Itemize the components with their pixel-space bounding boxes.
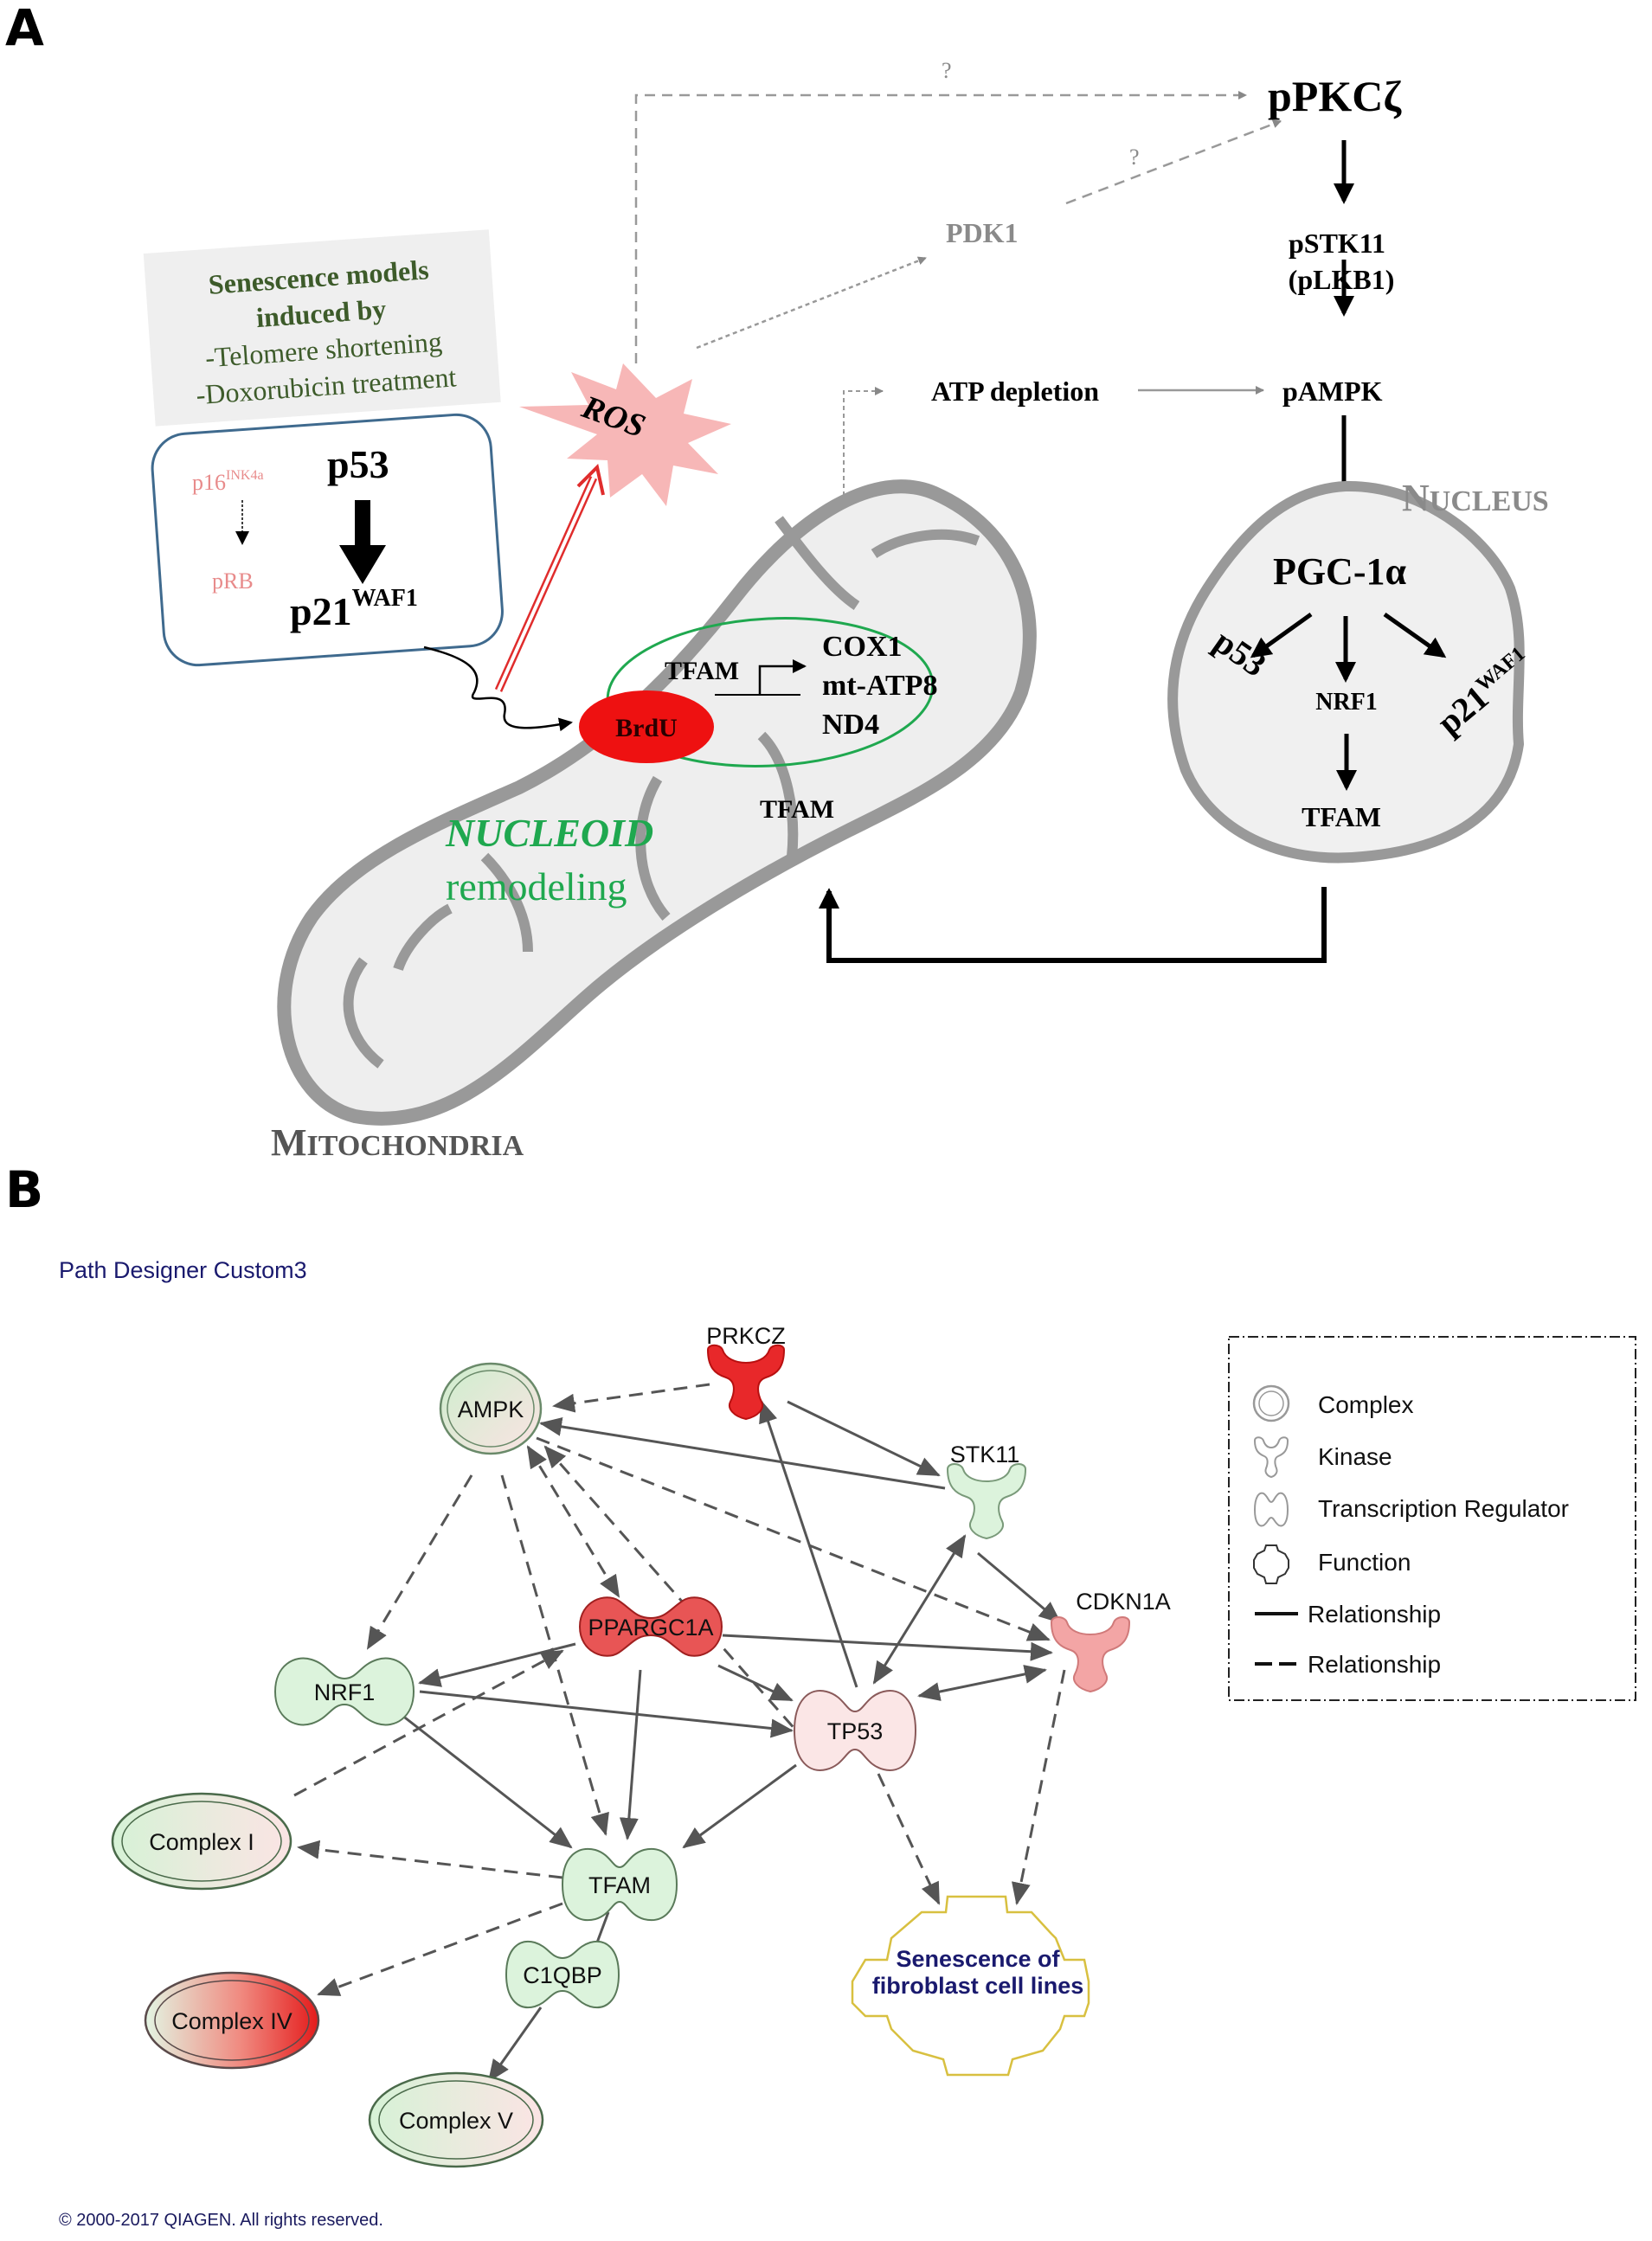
- node-complex-v[interactable]: Complex V: [368, 2071, 544, 2168]
- node-c1qbp[interactable]: C1QBP: [505, 1940, 620, 2009]
- edge-tp53-tfam: [682, 1763, 797, 1849]
- path-designer-title: Path Designer Custom3: [59, 1257, 307, 1283]
- cox1-label: COX1: [822, 631, 903, 663]
- ppkcz-label: pPKCζ: [1268, 72, 1402, 120]
- nd4-label: ND4: [822, 709, 879, 741]
- edge-ppargc1a-tp53: [717, 1664, 794, 1702]
- figure-canvas: A Senescence models induced by -Telomere…: [5, 0, 1636, 2230]
- node-stk11-label: STK11: [950, 1442, 1020, 1467]
- edge-ppargc1a-tfam: [619, 1669, 642, 1840]
- edge-ampk-nrf1: [366, 1474, 473, 1650]
- legend-transcription-regulator-label: Transcription Regulator: [1318, 1495, 1569, 1522]
- edge-tfam-complexi: [297, 1840, 563, 1879]
- node-ampk-label: AMPK: [458, 1397, 524, 1422]
- node-tp53-label: TP53: [827, 1718, 884, 1744]
- legend-kinase-icon: [1253, 1436, 1289, 1479]
- edge-tp53-cdkn1a: [917, 1665, 1047, 1701]
- plkb1-label: (pLKB1): [1289, 264, 1395, 295]
- legend-function-icon: [1253, 1544, 1289, 1584]
- edge-complexi-ppargc1a: [293, 1649, 564, 1797]
- node-tfam[interactable]: TFAM: [561, 1847, 678, 1922]
- edge-tp53-stk11: [872, 1534, 967, 1685]
- nucleus-nrf1-label: NRF1: [1315, 689, 1378, 716]
- edge-stk11-cdkn1a: [977, 1551, 1062, 1624]
- node-complex-iv[interactable]: Complex IV: [144, 1971, 320, 2070]
- edge-stk11-ampk: [539, 1416, 946, 1490]
- nucleus-label: NUCLEUS: [1402, 477, 1549, 519]
- node-stk11[interactable]: [946, 1463, 1027, 1540]
- nucleoid-label: NUCLEOID: [445, 811, 653, 855]
- mito-tfam-promoter-label: TFAM: [665, 657, 739, 685]
- remodeling-label: remodeling: [446, 864, 627, 909]
- node-nrf1-label: NRF1: [314, 1679, 376, 1705]
- legend-solid-relationship-label: Relationship: [1308, 1601, 1441, 1628]
- node-prkcz[interactable]: [706, 1344, 786, 1421]
- senescence-models-box: Senescence models induced by -Telomere s…: [143, 229, 501, 427]
- mitochondria-label: MITOCHONDRIA: [271, 1121, 524, 1164]
- node-cdkn1a-label: CDKN1A: [1076, 1589, 1171, 1615]
- node-tfam-label: TFAM: [588, 1872, 651, 1898]
- edge-tp53-prkcz: [759, 1400, 858, 1688]
- ros-to-pdk1-arrow: [696, 256, 927, 350]
- node-tp53[interactable]: TP53: [793, 1690, 917, 1771]
- node-complex-i-label: Complex I: [149, 1829, 254, 1855]
- legend-dashed-relationship-label: Relationship: [1308, 1651, 1441, 1678]
- edge-cdkn1a-senescence: [1012, 1669, 1066, 1905]
- prb-label: pRB: [212, 568, 254, 594]
- nucleus-to-mito-feedback-arrow: [819, 887, 1327, 963]
- pdk1-to-ppkcz-arrow: [1065, 119, 1282, 205]
- edge-tp53-senescence: [877, 1773, 941, 1905]
- node-senescence-label-line2: fibroblast cell lines: [872, 1973, 1084, 1999]
- node-ppargc1a-label: PPARGC1A: [588, 1615, 713, 1641]
- edge-tp53-ampk: [543, 1445, 798, 1731]
- edge-ppargc1a-cdkn1a: [722, 1634, 1053, 1661]
- atp-depletion-label: ATP depletion: [931, 376, 1099, 407]
- legend-transcription-regulator-icon: [1253, 1492, 1289, 1527]
- edge-nrf1-tfam: [393, 1707, 573, 1849]
- mito-tfam-lower-label: TFAM: [760, 795, 834, 824]
- node-c1qbp-label: C1QBP: [523, 1962, 602, 1988]
- brdu-label: BrdU: [615, 714, 678, 742]
- question-mark-mid: ?: [1129, 144, 1140, 170]
- node-senescence-function[interactable]: Senescence of fibroblast cell lines: [851, 1895, 1090, 2077]
- edge-ampk-ppargc1a: [526, 1445, 620, 1598]
- node-ampk[interactable]: AMPK: [439, 1362, 543, 1455]
- ros-to-ppkcz-dashed-arrow: [634, 91, 1247, 363]
- pgc1a-label: PGC-1α: [1273, 550, 1407, 593]
- node-nrf1[interactable]: NRF1: [273, 1657, 415, 1726]
- legend-function-label: Function: [1318, 1549, 1411, 1576]
- copyright-notice: © 2000-2017 QIAGEN. All rights reserved.: [59, 2211, 383, 2230]
- pdk1-label: PDK1: [946, 217, 1019, 248]
- mt-atp8-label: mt-ATP8: [822, 670, 937, 702]
- node-senescence-label-line1: Senescence of: [896, 1946, 1060, 1972]
- pampk-label: pAMPK: [1282, 376, 1383, 407]
- p53-label: p53: [327, 442, 389, 486]
- panel-b-letter: B: [5, 1160, 43, 1219]
- node-complex-iv-label: Complex IV: [171, 2008, 292, 2034]
- edge-prkcz-ampk: [552, 1383, 710, 1413]
- nucleus-tfam-label: TFAM: [1302, 801, 1381, 832]
- legend-kinase-label: Kinase: [1318, 1443, 1392, 1470]
- edge-c1qbp-complexv: [487, 2007, 543, 2083]
- node-ppargc1a[interactable]: PPARGC1A: [578, 1596, 723, 1657]
- legend: Complex Kinase Transcription Regulator F…: [1228, 1336, 1636, 1701]
- node-complex-i[interactable]: Complex I: [111, 1792, 292, 1891]
- legend-complex-label: Complex: [1318, 1391, 1413, 1418]
- panel-a-letter: A: [5, 0, 44, 57]
- question-mark-top: ?: [942, 58, 952, 83]
- edge-ppargc1a-nrf1: [418, 1642, 576, 1687]
- pstk11-label: pSTK11: [1289, 228, 1385, 259]
- node-complex-v-label: Complex V: [399, 2108, 513, 2134]
- ros-arrow-inner: [497, 477, 595, 691]
- edge-prkcz-stk11: [787, 1400, 941, 1477]
